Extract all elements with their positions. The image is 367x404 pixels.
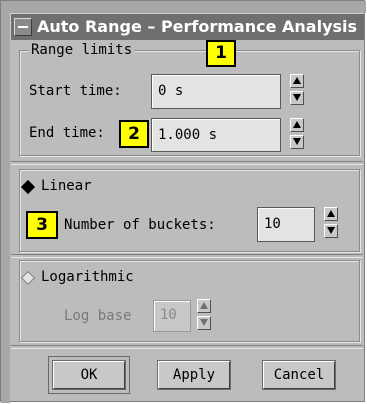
number-of-buckets-field[interactable]: 10 bbox=[257, 207, 315, 242]
start-time-field[interactable]: 0 s bbox=[151, 74, 281, 109]
apply-button[interactable]: Apply bbox=[158, 361, 230, 389]
log-base-up-arrow-icon[interactable] bbox=[197, 299, 211, 313]
start-time-up-arrow-icon[interactable] bbox=[290, 74, 304, 88]
callout-3: 3 bbox=[26, 211, 58, 239]
log-base-down-arrow-icon[interactable] bbox=[197, 316, 211, 330]
callout-1: 1 bbox=[206, 40, 236, 67]
log-base-label: Log base bbox=[64, 308, 132, 324]
buckets-down-arrow-icon[interactable] bbox=[324, 224, 338, 238]
log-base-field[interactable]: 10 bbox=[153, 300, 191, 332]
end-time-field[interactable]: 1.000 s bbox=[151, 118, 281, 152]
cancel-button[interactable]: Cancel bbox=[263, 361, 335, 389]
start-time-label: Start time: bbox=[29, 83, 122, 99]
logarithmic-label[interactable]: Logarithmic bbox=[41, 269, 134, 285]
window-title: Auto Range – Performance Analysis bbox=[37, 17, 358, 36]
separator-3 bbox=[11, 345, 363, 349]
callout-2: 2 bbox=[119, 120, 149, 148]
buckets-up-arrow-icon[interactable] bbox=[324, 207, 338, 221]
window-frame-left[interactable] bbox=[1, 1, 10, 403]
log-base-spinner bbox=[197, 299, 211, 331]
separator-2 bbox=[11, 254, 363, 258]
end-time-down-arrow-icon[interactable] bbox=[290, 135, 304, 149]
end-time-spinner bbox=[290, 118, 304, 150]
start-time-spinner bbox=[290, 74, 304, 106]
end-time-label: End time: bbox=[29, 125, 105, 141]
range-limits-legend: Range limits bbox=[29, 42, 135, 58]
separator-1 bbox=[11, 161, 363, 165]
window-frame-top[interactable] bbox=[1, 1, 366, 13]
end-time-up-arrow-icon[interactable] bbox=[290, 118, 304, 132]
title-bar[interactable]: Auto Range – Performance Analysis bbox=[10, 13, 364, 40]
window-menu-icon[interactable] bbox=[14, 18, 32, 36]
number-of-buckets-label: Number of buckets: bbox=[64, 217, 216, 233]
buckets-spinner bbox=[324, 207, 338, 239]
ok-button[interactable]: OK bbox=[53, 361, 125, 389]
start-time-down-arrow-icon[interactable] bbox=[290, 91, 304, 105]
linear-label[interactable]: Linear bbox=[41, 178, 92, 194]
auto-range-dialog: Auto Range – Performance Analysis Range … bbox=[0, 0, 366, 403]
